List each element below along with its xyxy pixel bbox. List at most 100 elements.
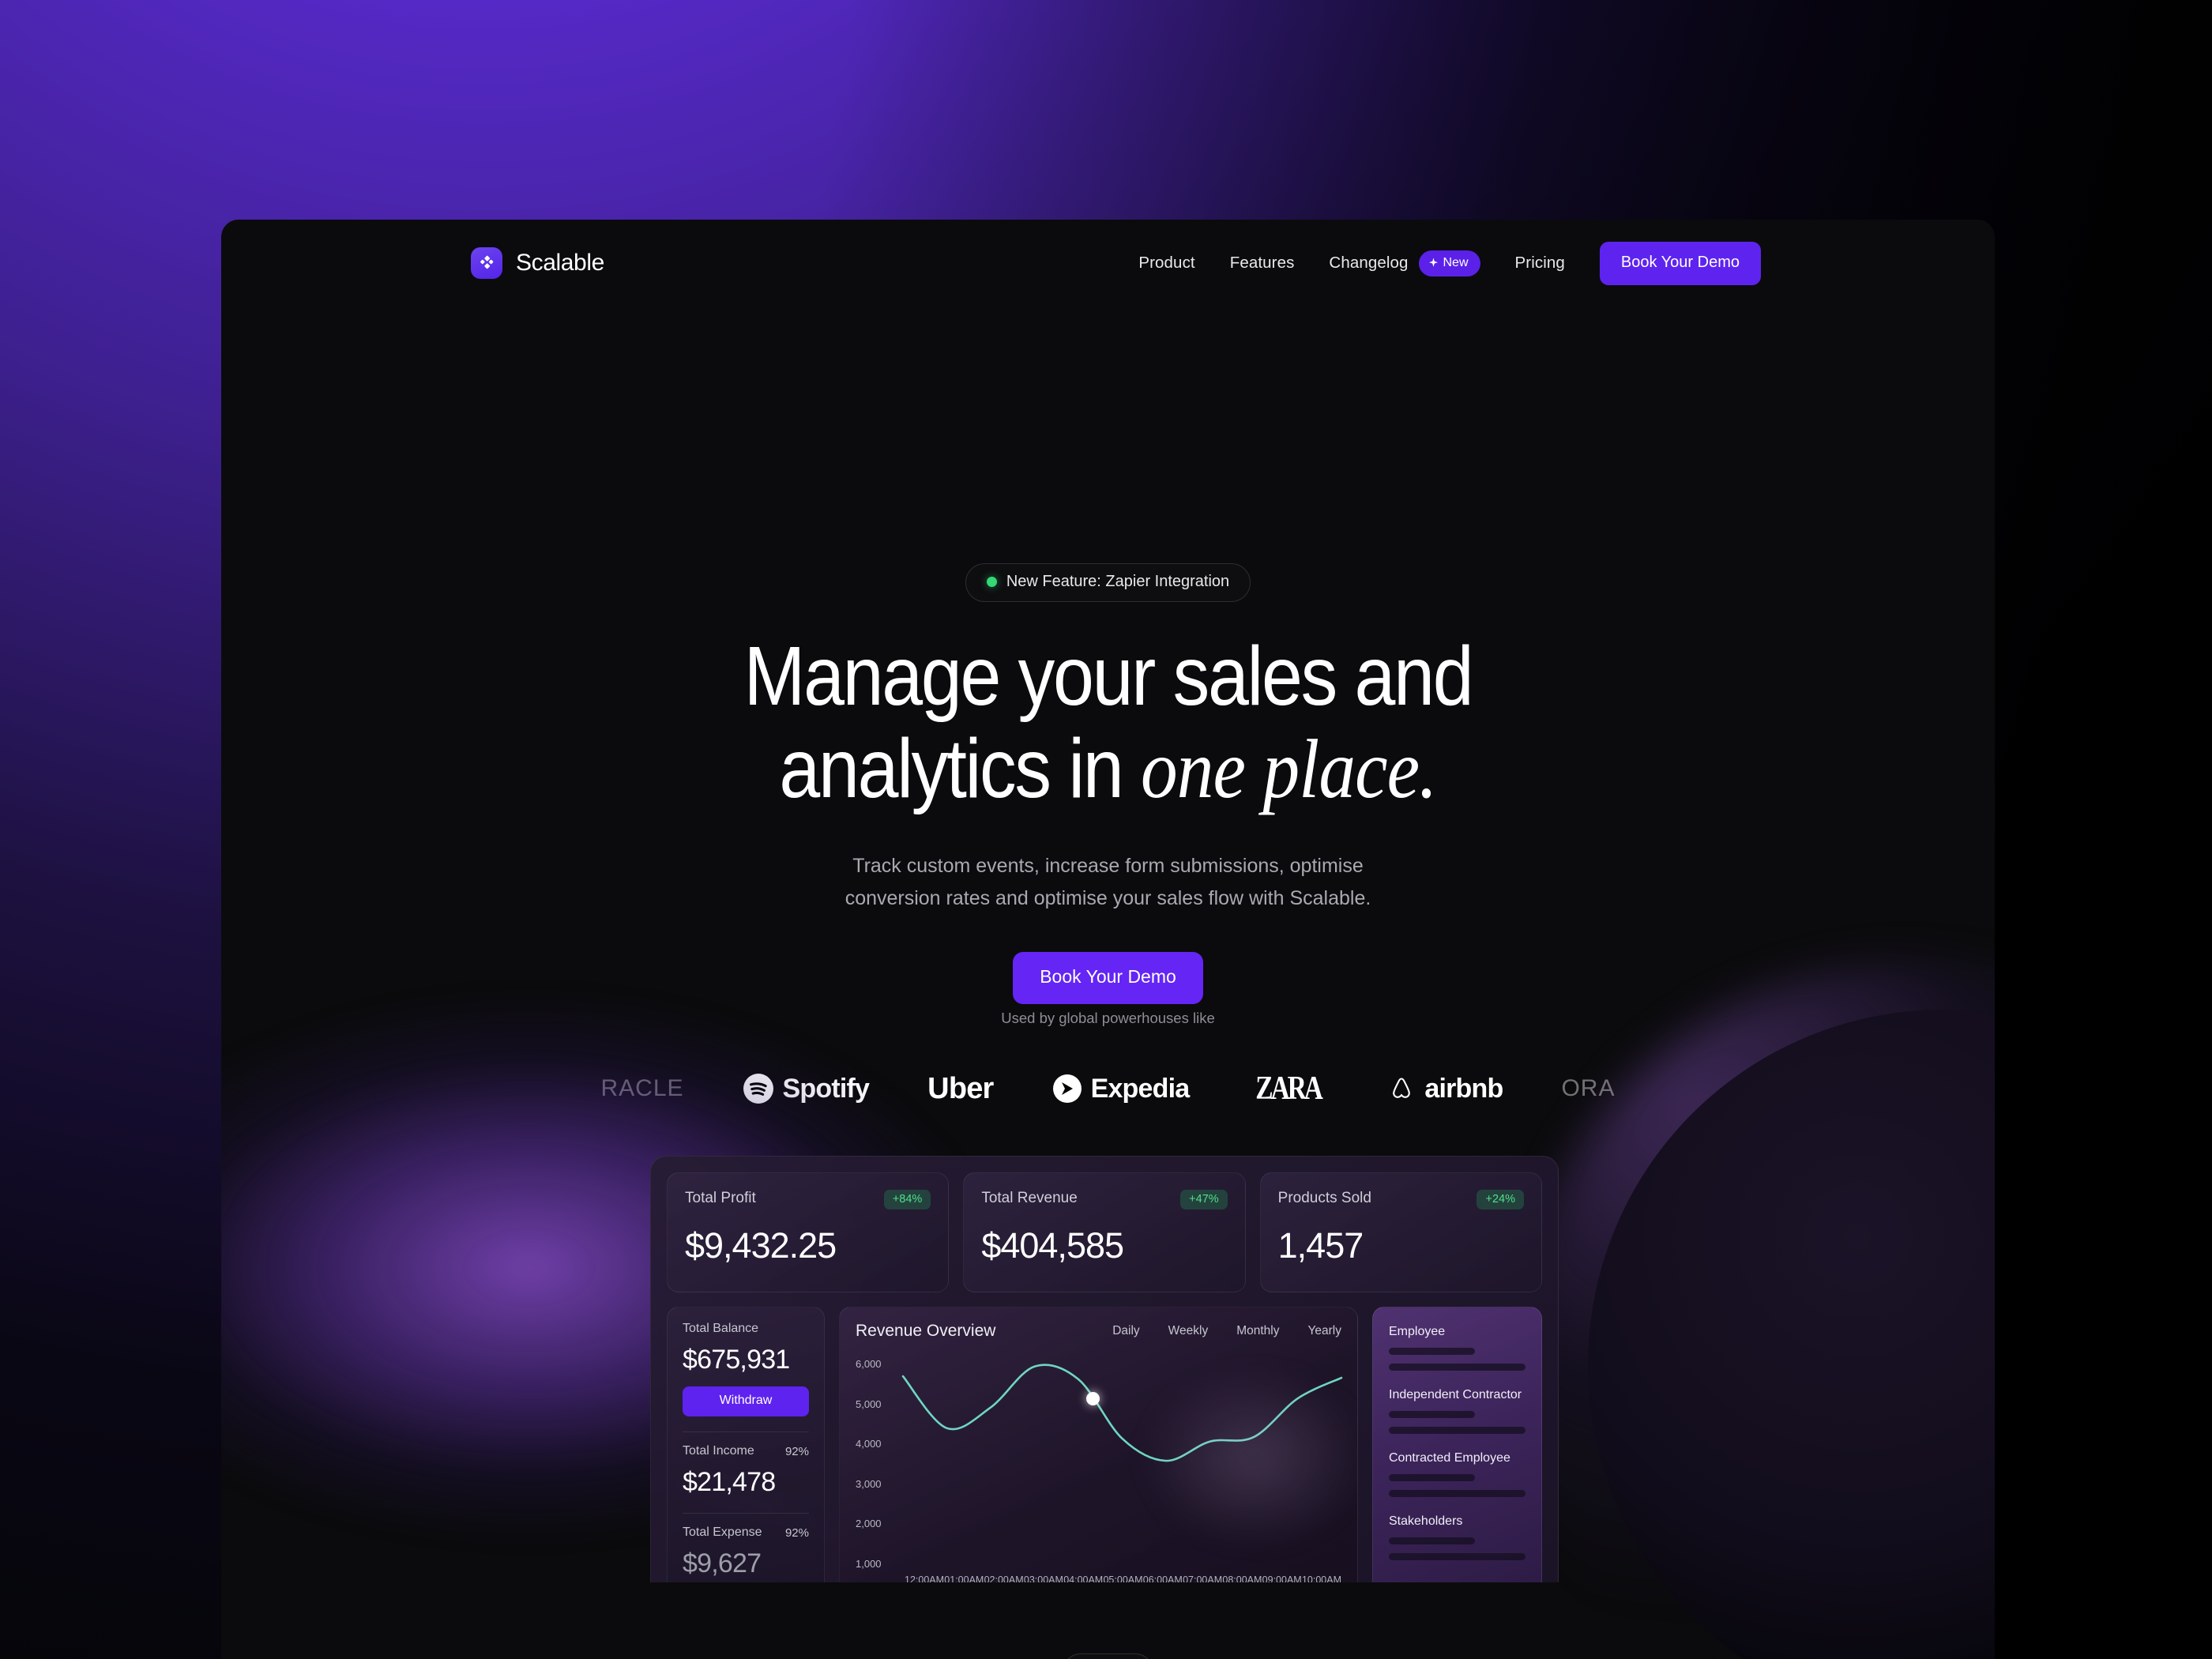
hero-title-line2-italic: one place. — [1141, 722, 1437, 815]
income-row-header: Total Income 92% — [683, 1444, 809, 1458]
nav-book-demo-button[interactable]: Book Your Demo — [1599, 241, 1761, 285]
y-tick: 1,000 — [856, 1557, 882, 1570]
y-tick: 6,000 — [856, 1358, 882, 1370]
zara-logo-text: ZARA — [1255, 1070, 1324, 1107]
income-value: $21,478 — [683, 1467, 776, 1497]
chart-x-axis: 12:00AM 01:00AM 02:00AM 03:00AM 04:00AM … — [905, 1574, 1341, 1582]
x-tick: 09:00AM — [1262, 1574, 1302, 1582]
skeleton-bar — [1389, 1537, 1475, 1544]
skeleton-bar — [1389, 1364, 1525, 1371]
person-name: Stakeholders — [1389, 1514, 1463, 1528]
x-tick: 05:00AM — [1103, 1574, 1143, 1582]
oracle-logo-right: ORA — [1561, 1075, 1615, 1102]
expense-percent: 92% — [784, 1525, 809, 1540]
dashboard-panel-row: Total Balance $675,931 Withdraw Total In… — [667, 1307, 1542, 1582]
expense-label: Total Expense — [683, 1525, 762, 1539]
skeleton-bar — [1389, 1553, 1525, 1560]
x-tick: 12:00AM — [905, 1574, 945, 1582]
person-name: Employee — [1389, 1325, 1446, 1338]
hero-book-demo-button[interactable]: Book Your Demo — [1013, 952, 1203, 1005]
client-logo-row: RACLE Spotify Uber Expedia ZARA airbnb O… — [221, 1063, 1995, 1114]
people-panel: Employee Independent Contractor Contract… — [1372, 1307, 1542, 1582]
hero-subtitle: Track custom events, increase form submi… — [221, 850, 1995, 914]
hero-subtitle-line2: conversion rates and optimise your sales… — [845, 886, 1371, 909]
x-tick: 04:00AM — [1063, 1574, 1104, 1582]
skeleton-bar — [1389, 1411, 1475, 1418]
stat-delta-badge: +84% — [883, 1190, 931, 1209]
oracle-logo-left-text: RACLE — [600, 1075, 684, 1101]
chart-tab-weekly[interactable]: Weekly — [1168, 1324, 1209, 1338]
chart-plot-area — [903, 1358, 1341, 1570]
nav-item-product[interactable]: Product — [1138, 254, 1194, 273]
uber-logo-text: Uber — [927, 1071, 994, 1105]
revenue-line-chart — [903, 1358, 1341, 1570]
product-section-badge: Product — [1062, 1653, 1154, 1659]
hero-announcement-label: New Feature: Zapier Integration — [1006, 573, 1230, 590]
chart-tab-monthly[interactable]: Monthly — [1236, 1324, 1279, 1338]
status-dot-icon — [986, 577, 997, 587]
page-stage: Scalable Product Features Changelog New … — [0, 0, 2212, 1659]
hero-section: New Feature: Zapier Integration Manage y… — [221, 220, 1995, 1005]
chart-line-series — [903, 1365, 1341, 1462]
brand-logo[interactable]: Scalable — [471, 247, 604, 279]
oracle-logo-left: RACLE — [601, 1075, 684, 1102]
hero-subtitle-line1: Track custom events, increase form submi… — [852, 855, 1364, 878]
stat-card-row: Total Profit +84% $9,432.25 Total Revenu… — [667, 1172, 1542, 1292]
x-tick: 06:00AM — [1142, 1574, 1183, 1582]
person-name: Independent Contractor — [1389, 1388, 1522, 1401]
y-tick: 4,000 — [856, 1438, 882, 1450]
spotify-icon — [743, 1074, 773, 1104]
list-item[interactable]: Stakeholders — [1389, 1514, 1525, 1560]
top-navigation: Scalable Product Features Changelog New … — [221, 220, 1995, 307]
list-item[interactable]: Employee — [1389, 1325, 1525, 1371]
chart-range-tabs: Daily Weekly Monthly Yearly — [1112, 1324, 1341, 1338]
x-tick: 02:00AM — [984, 1574, 1024, 1582]
hero-title: Manage your sales and analytics in one p… — [328, 630, 1889, 815]
landing-page-card: Scalable Product Features Changelog New … — [221, 220, 1995, 1659]
chart-marker-dot[interactable] — [1085, 1391, 1100, 1405]
chart-tab-daily[interactable]: Daily — [1112, 1324, 1139, 1338]
hero-title-line1: Manage your sales and — [743, 630, 1474, 723]
nav-item-changelog[interactable]: Changelog — [1329, 254, 1408, 273]
new-badge[interactable]: New — [1418, 250, 1480, 276]
x-tick: 03:00AM — [1023, 1574, 1063, 1582]
divider — [683, 1431, 809, 1432]
uber-logo: Uber — [927, 1071, 994, 1106]
zara-logo: ZARA — [1247, 1070, 1329, 1108]
stat-value: 1,457 — [1277, 1225, 1364, 1266]
skeleton-bar — [1389, 1474, 1475, 1481]
chart-header: Revenue Overview Daily Weekly Monthly Ye… — [856, 1322, 1341, 1341]
airbnb-logo-text: airbnb — [1424, 1073, 1503, 1104]
stat-label: Products Sold — [1277, 1190, 1371, 1206]
oracle-logo-right-text: ORA — [1561, 1075, 1616, 1101]
nav-item-changelog-group: Changelog New — [1329, 250, 1480, 276]
airbnb-icon — [1393, 1078, 1411, 1098]
sparkle-icon — [1428, 258, 1438, 267]
stat-label: Total Profit — [685, 1190, 756, 1206]
chart-y-axis: 6,000 5,000 4,000 3,000 2,000 1,000 — [856, 1358, 903, 1570]
spotify-logo-text: Spotify — [782, 1073, 870, 1104]
list-item[interactable]: Independent Contractor — [1389, 1388, 1525, 1434]
balance-label: Total Balance — [683, 1322, 759, 1335]
list-item[interactable]: Contracted Employee — [1389, 1451, 1525, 1497]
dashboard-preview: Total Profit +84% $9,432.25 Total Revenu… — [650, 1156, 1559, 1582]
nav-links: Product Features Changelog New Pricing B… — [1138, 241, 1761, 285]
chart-body: 6,000 5,000 4,000 3,000 2,000 1,000 12:0… — [856, 1358, 1341, 1582]
y-tick: 5,000 — [856, 1398, 882, 1410]
new-badge-label: New — [1443, 255, 1469, 269]
chart-tab-yearly[interactable]: Yearly — [1307, 1324, 1341, 1338]
product-section: Product Track the things that matter mos… — [221, 1653, 1995, 1659]
withdraw-button[interactable]: Withdraw — [683, 1386, 809, 1416]
skeleton-bar — [1389, 1427, 1525, 1434]
nav-item-features[interactable]: Features — [1230, 254, 1295, 273]
airbnb-logo: airbnb — [1387, 1074, 1503, 1104]
hero-announcement-badge[interactable]: New Feature: Zapier Integration — [965, 563, 1251, 602]
revenue-chart-panel: Revenue Overview Daily Weekly Monthly Ye… — [839, 1307, 1358, 1582]
nav-item-pricing[interactable]: Pricing — [1515, 254, 1565, 273]
brand-name: Scalable — [516, 250, 604, 276]
person-name: Contracted Employee — [1389, 1451, 1510, 1465]
x-tick: 07:00AM — [1183, 1574, 1223, 1582]
y-tick: 3,000 — [856, 1477, 882, 1490]
y-tick: 2,000 — [856, 1518, 882, 1530]
stat-card-total-revenue: Total Revenue +47% $404,585 — [963, 1172, 1246, 1292]
